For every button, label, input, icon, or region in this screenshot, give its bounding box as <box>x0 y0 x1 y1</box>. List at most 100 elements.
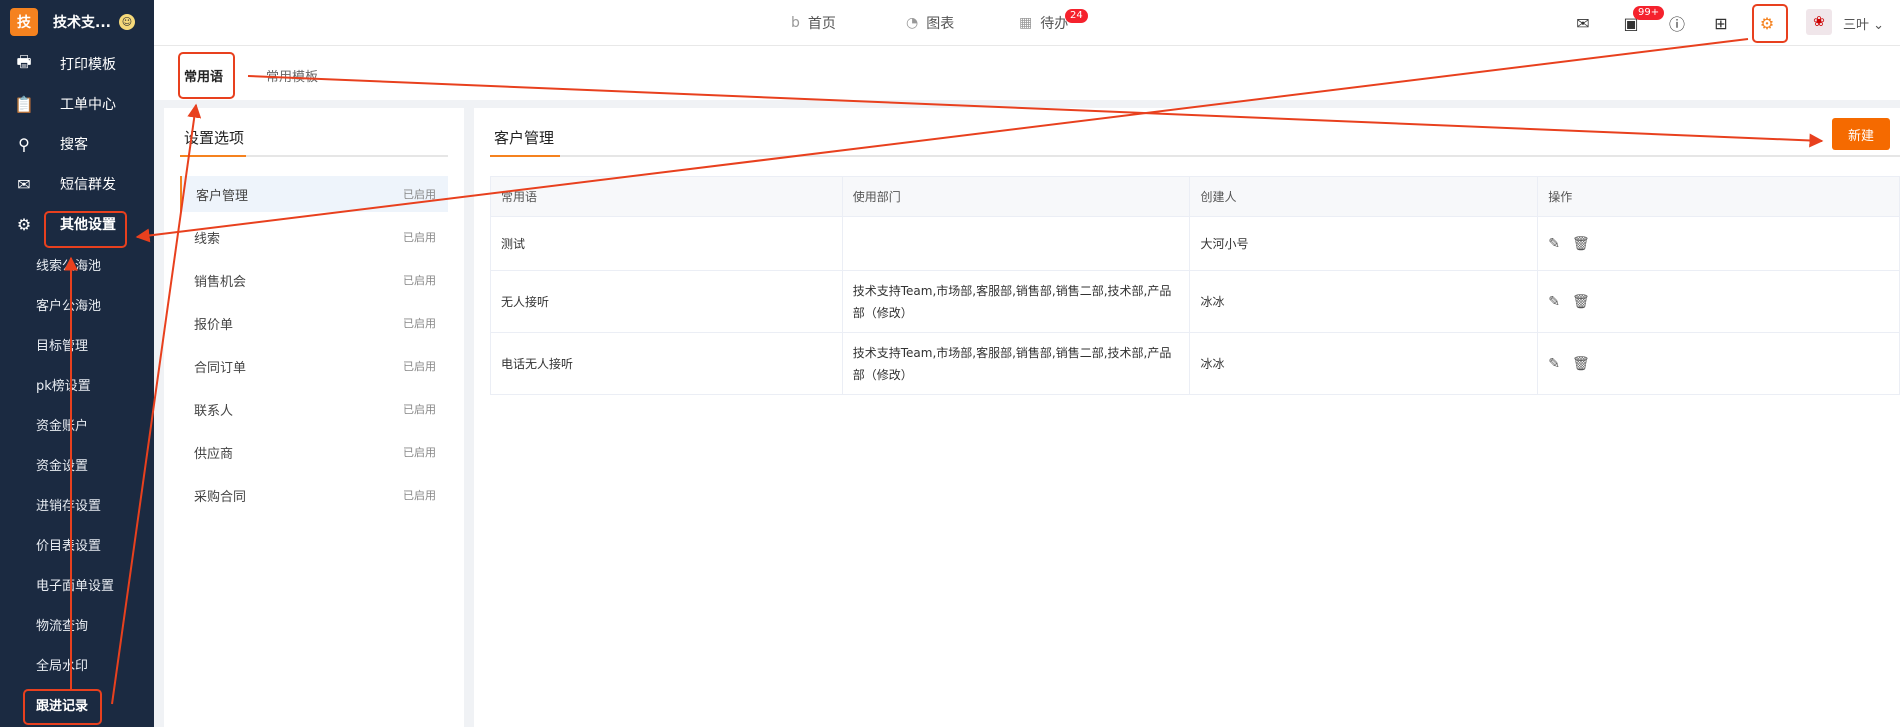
panel-underline-accent <box>180 155 246 157</box>
sidebar-subitem[interactable]: 进销存设置 <box>0 484 154 524</box>
customer-management-panel: 客户管理 新建 常用语 使用部门 创建人 操作 测试 大河小号 ✎ 🗑 无人接听 … <box>474 108 1900 727</box>
edit-icon[interactable]: ✎ <box>1548 291 1560 313</box>
sidebar-subitem[interactable]: pk榜设置 <box>0 364 154 404</box>
mail-icon: ✉ <box>17 174 31 194</box>
cell-creator: 大河小号 <box>1189 216 1539 271</box>
trash-icon[interactable]: 🗑 <box>1572 353 1590 375</box>
option-leads[interactable]: 线索 已启用 <box>180 219 448 255</box>
option-status: 已启用 <box>403 403 436 416</box>
option-label: 销售机会 <box>194 274 247 290</box>
nav-todo[interactable]: ▦ 待办 <box>1019 0 1068 46</box>
cell-phrase: 电话无人接听 <box>490 332 843 395</box>
sidebar-subitem[interactable]: 价目表设置 <box>0 524 154 564</box>
phrases-table: 常用语 使用部门 创建人 操作 测试 大河小号 ✎ 🗑 无人接听 技术支持Team… <box>490 176 1900 395</box>
sidebar-subitem[interactable]: 物流查询 <box>0 604 154 644</box>
brand[interactable]: 技 技术支... ☺ <box>0 0 154 44</box>
tab-common-templates[interactable]: 常用模板 <box>266 66 318 85</box>
panel-underline <box>490 155 1900 157</box>
tab-common-phrases[interactable]: 常用语 <box>184 66 223 85</box>
trash-icon[interactable]: 🗑 <box>1572 291 1590 313</box>
option-contract[interactable]: 合同订单 已启用 <box>180 348 448 384</box>
option-status: 已启用 <box>403 489 436 502</box>
option-status: 已启用 <box>403 274 436 287</box>
panel-underline-accent <box>490 155 560 157</box>
table-row: 测试 大河小号 ✎ 🗑 <box>490 216 1900 271</box>
sidebar-subitem[interactable]: 线索公海池 <box>0 244 154 284</box>
sidebar: 技 技术支... ☺ 🖶 打印模板 📋 工单中心 ⚲ 搜客 ✉ 短信群发 ⚙ 其… <box>0 0 154 727</box>
option-quote[interactable]: 报价单 已启用 <box>180 305 448 341</box>
edit-icon[interactable]: ✎ <box>1548 353 1560 375</box>
column-header: 使用部门 <box>841 176 1191 217</box>
panel-title: 设置选项 <box>184 129 245 147</box>
page-tabs: 常用语 常用模板 <box>154 46 1900 100</box>
settings-icon[interactable]: ⚙ <box>1756 12 1778 34</box>
search-icon: ⚲ <box>18 134 30 154</box>
clipboard-icon: 📋 <box>14 94 34 114</box>
smiley-icon[interactable]: ☺ <box>118 14 135 30</box>
brand-logo: 技 <box>10 8 38 36</box>
column-header: 操作 <box>1537 176 1900 217</box>
edit-icon[interactable]: ✎ <box>1548 233 1560 255</box>
sidebar-item-label: 工单中心 <box>60 97 116 113</box>
gear-icon: ⚙ <box>16 214 32 234</box>
sidebar-item-label: 搜客 <box>60 137 88 153</box>
trash-icon[interactable]: 🗑 <box>1572 233 1590 255</box>
nav-home[interactable]: b 首页 <box>791 0 836 46</box>
chart-icon: ◔ <box>906 15 919 31</box>
username: 三叶 <box>1843 18 1870 33</box>
sidebar-item-search-customer[interactable]: ⚲ 搜客 <box>0 124 154 164</box>
sidebar-subitem[interactable]: 资金设置 <box>0 444 154 484</box>
table-row: 电话无人接听 技术支持Team,市场部,客服部,销售部,销售二部,技术部,产品部… <box>490 332 1900 395</box>
sidebar-subitem[interactable]: 全局水印 <box>0 644 154 684</box>
nav-chart-label: 图表 <box>926 16 955 32</box>
option-status: 已启用 <box>403 446 436 459</box>
option-supplier[interactable]: 供应商 已启用 <box>180 434 448 470</box>
chevron-down-icon: ⌄ <box>1873 18 1885 33</box>
option-status: 已启用 <box>403 317 436 330</box>
sidebar-item-label: 短信群发 <box>60 177 116 193</box>
sidebar-subitem[interactable]: 目标管理 <box>0 324 154 364</box>
option-label: 报价单 <box>194 317 234 333</box>
cell-actions: ✎ 🗑 <box>1537 332 1900 395</box>
settings-options-panel: 设置选项 客户管理 已启用 线索 已启用 销售机会 已启用 报价单 已启用 合同订单 已启… <box>164 108 464 727</box>
sidebar-item-print-template[interactable]: 🖶 打印模板 <box>0 44 154 84</box>
option-customer[interactable]: 客户管理 已启用 <box>180 176 448 212</box>
column-header: 创建人 <box>1189 176 1539 217</box>
option-label: 客户管理 <box>196 188 249 204</box>
grid-icon[interactable]: ⊞ <box>1710 12 1732 34</box>
help-icon[interactable]: ⓘ <box>1666 12 1688 34</box>
column-header: 常用语 <box>490 176 843 217</box>
table-header-row: 常用语 使用部门 创建人 操作 <box>490 176 1900 217</box>
table-row: 无人接听 技术支持Team,市场部,客服部,销售部,销售二部,技术部,产品部（修… <box>490 270 1900 333</box>
cell-dept: 技术支持Team,市场部,客服部,销售部,销售二部,技术部,产品部（修改） <box>841 270 1191 333</box>
cell-dept <box>841 216 1191 271</box>
option-status: 已启用 <box>403 360 436 373</box>
nav-chart[interactable]: ◔ 图表 <box>906 0 954 46</box>
home-icon: b <box>791 15 800 31</box>
sidebar-subitem[interactable]: 电子面单设置 <box>0 564 154 604</box>
cell-phrase: 测试 <box>490 216 843 271</box>
top-bar: b 首页 ◔ 图表 ▦ 待办 24 ✉ ▣ 99+ ⓘ ⊞ ⚙ ❀ 三叶 ⌄ <box>154 0 1900 46</box>
sidebar-item-ticket-center[interactable]: 📋 工单中心 <box>0 84 154 124</box>
sidebar-subitem[interactable]: 客户公海池 <box>0 284 154 324</box>
sidebar-subitem[interactable]: 资金账户 <box>0 404 154 444</box>
option-opportunity[interactable]: 销售机会 已启用 <box>180 262 448 298</box>
new-button[interactable]: 新建 <box>1832 118 1890 150</box>
cell-creator: 冰冰 <box>1189 332 1539 395</box>
nav-home-label: 首页 <box>807 16 836 32</box>
option-contact[interactable]: 联系人 已启用 <box>180 391 448 427</box>
sidebar-item-other-settings[interactable]: ⚙ 其他设置 <box>0 204 154 244</box>
cell-dept: 技术支持Team,市场部,客服部,销售部,销售二部,技术部,产品部（修改） <box>841 332 1191 395</box>
option-purchase-contract[interactable]: 采购合同 已启用 <box>180 477 448 513</box>
cell-phrase: 无人接听 <box>490 270 843 333</box>
user-menu[interactable]: 三叶 ⌄ <box>1843 14 1884 33</box>
option-label: 合同订单 <box>194 360 247 376</box>
todo-badge: 24 <box>1065 9 1088 23</box>
option-label: 联系人 <box>194 403 234 419</box>
mail-icon[interactable]: ✉ <box>1572 12 1594 34</box>
sidebar-subitem-follow-up[interactable]: 跟进记录 <box>0 684 154 724</box>
cell-actions: ✎ 🗑 <box>1537 270 1900 333</box>
sidebar-item-sms[interactable]: ✉ 短信群发 <box>0 164 154 204</box>
avatar[interactable]: ❀ <box>1806 9 1832 35</box>
sidebar-item-label: 其他设置 <box>60 217 116 233</box>
